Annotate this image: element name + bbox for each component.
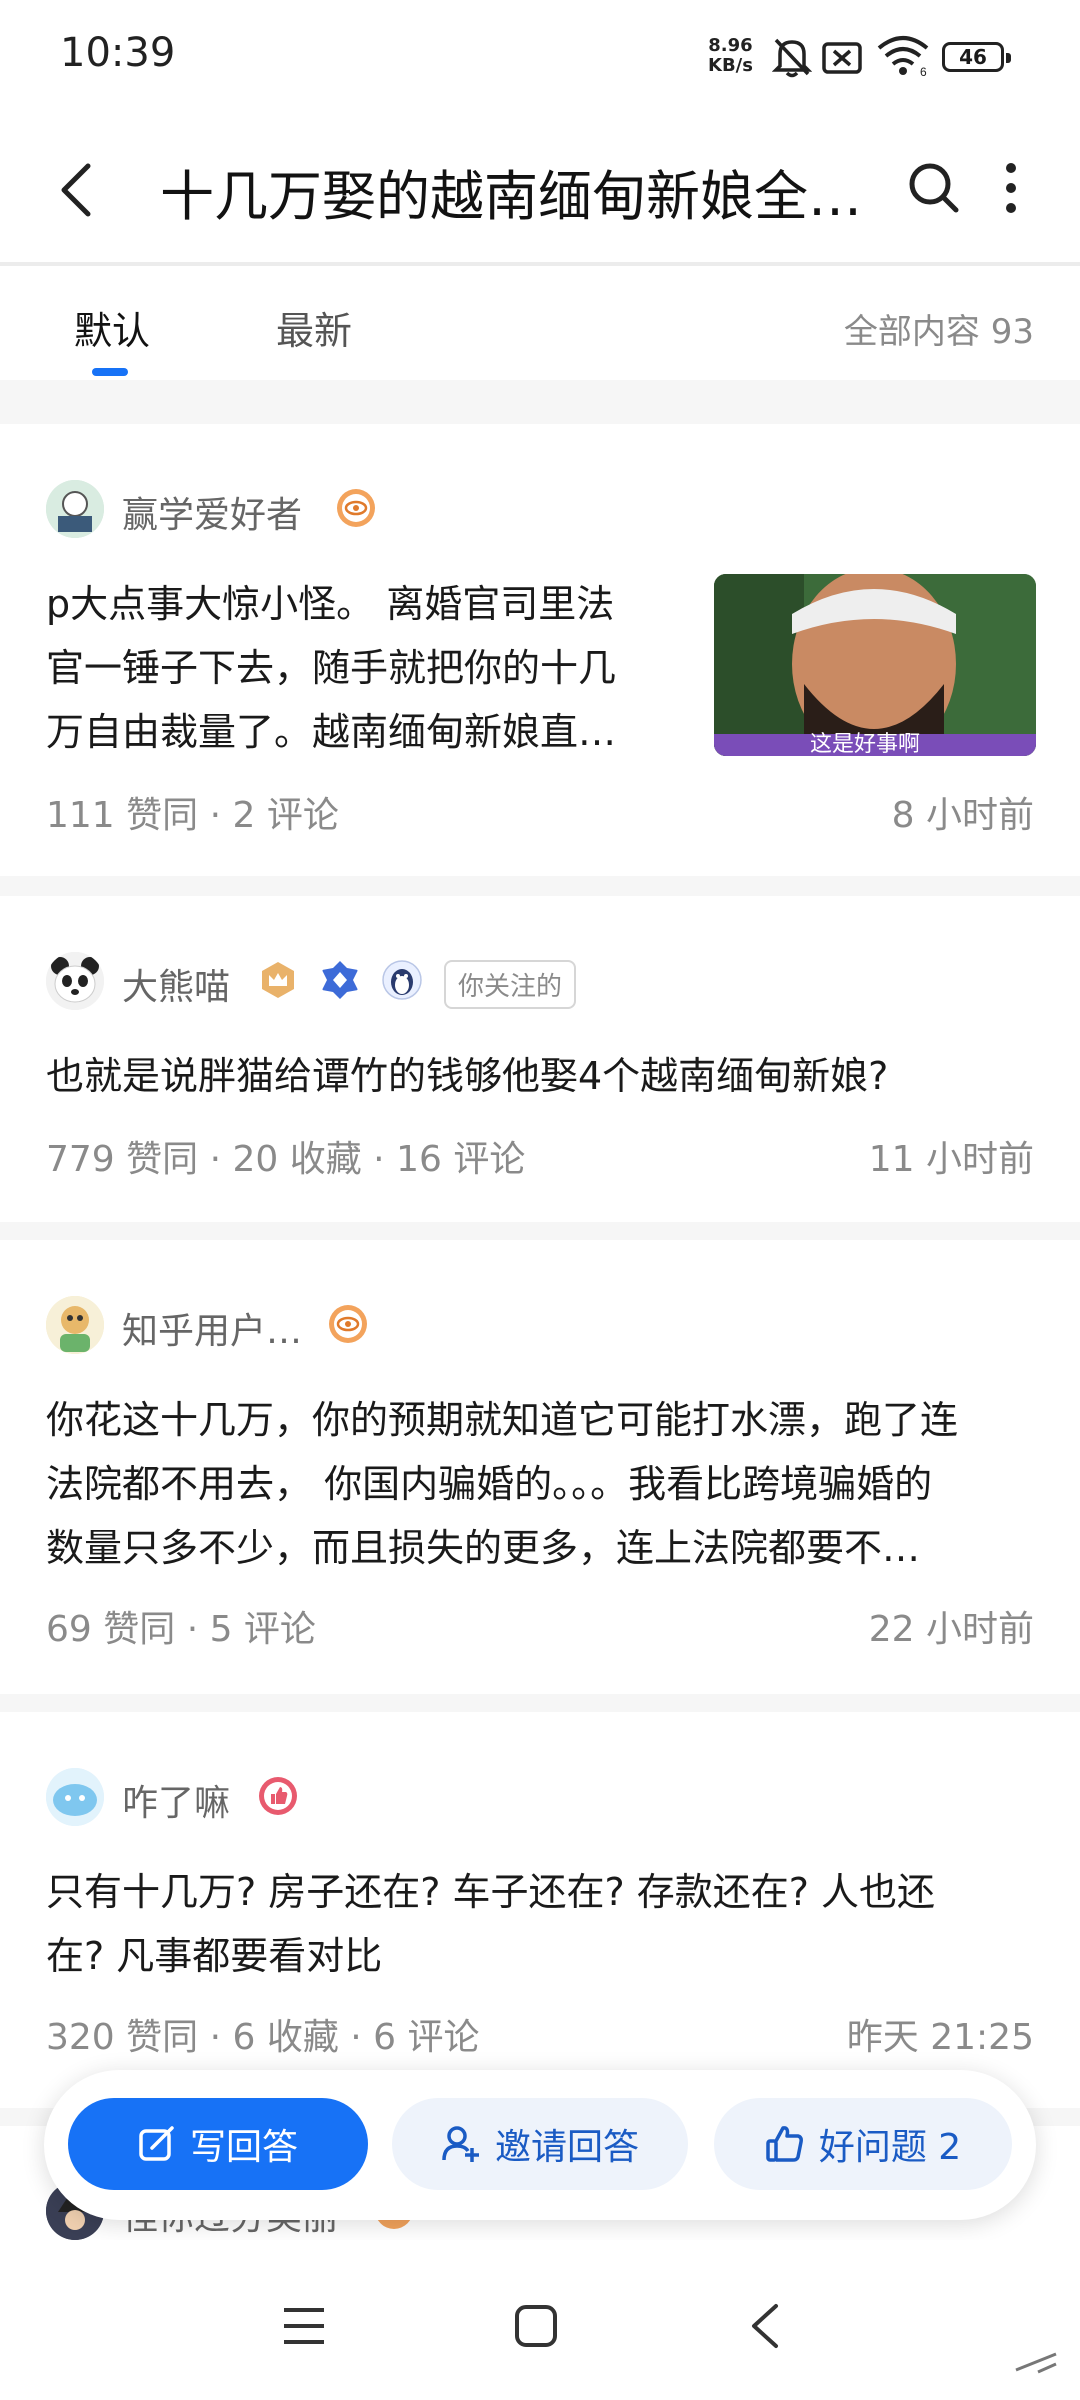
invite-answer-button[interactable]: 邀请回答 [392, 2098, 688, 2190]
more-options-icon[interactable] [996, 160, 1026, 216]
tab-default[interactable]: 默认 [74, 300, 150, 355]
avatar[interactable] [46, 1768, 104, 1826]
sim-off-icon [822, 42, 862, 74]
avatar[interactable] [46, 1296, 104, 1354]
bell-off-icon [772, 38, 812, 78]
eye-badge-icon [337, 489, 375, 527]
author-name[interactable]: 咋了嘛 [122, 1774, 230, 1826]
avatar-image [46, 1296, 104, 1354]
corner-resize-icon [1015, 2352, 1057, 2374]
menu-icon[interactable] [282, 2306, 326, 2346]
good-question-label: 好问题 2 [818, 2127, 962, 2168]
status-time: 10:39 [60, 30, 176, 76]
excerpt-line: 也就是说胖猫给谭竹的钱够他娶4个越南缅甸新娘? [46, 1054, 889, 1098]
author-name[interactable]: 知乎用户… [122, 1302, 302, 1354]
tab-indicator [92, 368, 128, 376]
back-arrow-icon[interactable] [56, 160, 96, 220]
answer-meta: 320 赞同 · 6 收藏 · 6 评论 [46, 2017, 480, 2058]
answer-excerpt[interactable]: 也就是说胖猫给谭竹的钱够他娶4个越南缅甸新娘? [46, 1044, 1036, 1108]
edit-icon [139, 2126, 174, 2161]
page-title: 十几万娶的越南缅甸新娘全… [160, 165, 862, 228]
good-question-button[interactable]: 好问题 2 [714, 2098, 1012, 2190]
excerpt-line: 法院都不用去， 你国内骗婚的。。。我看比跨境骗婚的 [46, 1462, 933, 1506]
back-nav-icon[interactable] [748, 2302, 782, 2350]
answer-time: 昨天 21:25 [846, 2017, 1034, 2058]
penguin-badge-icon [382, 960, 422, 1000]
network-speed-value: 8.96 [708, 35, 753, 56]
answer-time: 11 小时前 [868, 1139, 1034, 1180]
battery-icon: 46 [942, 42, 1011, 72]
thumb-badge-icon [259, 1777, 297, 1815]
answer-meta: 111 赞同 · 2 评论 [46, 795, 339, 836]
follow-tag: 你关注的 [444, 960, 577, 1009]
avatar-image [46, 1768, 104, 1826]
avatar-image [46, 480, 104, 538]
author-name[interactable]: 赢学爱好者 [122, 486, 302, 538]
network-speed-unit: KB/s [708, 55, 753, 76]
answer-thumbnail[interactable]: 这是好事啊 [714, 574, 1036, 756]
excerpt-line: 只有十几万? 房子还在? 车子还在? 存款还在? 人也还 [46, 1870, 935, 1914]
invite-user-icon [442, 2126, 479, 2162]
network-speed: 8.96 KB/s [708, 36, 753, 76]
excerpt-line: 万自由裁量了。越南缅甸新娘直… [46, 710, 617, 754]
write-answer-button[interactable]: 写回答 [68, 2098, 368, 2190]
total-count: 全部内容 93 [843, 312, 1034, 352]
answer-excerpt[interactable]: 你花这十几万，你的预期就知道它可能打水漂，跑了连 法院都不用去， 你国内骗婚的。… [46, 1388, 1046, 1580]
excerpt-line: 数量只多不少，而且损失的更多，连上法院都要不… [46, 1526, 921, 1570]
author-name[interactable]: 大熊喵 [122, 958, 230, 1010]
answer-meta: 69 赞同 · 5 评论 [46, 1609, 316, 1650]
excerpt-line: p大点事大惊小怪。 离婚官司里法 [46, 582, 615, 626]
answer-excerpt[interactable]: p大点事大惊小怪。 离婚官司里法 官一锤子下去，随手就把你的十几 万自由裁量了。… [46, 572, 706, 764]
avatar[interactable] [46, 952, 104, 1010]
tab-latest[interactable]: 最新 [276, 300, 352, 355]
home-icon[interactable] [514, 2304, 558, 2348]
eye-badge-icon [329, 1305, 367, 1343]
thumbs-up-icon [766, 2126, 803, 2162]
excerpt-line: 在? 凡事都要看对比 [46, 1934, 383, 1978]
svg-text:6: 6 [920, 65, 927, 76]
avatar[interactable] [46, 480, 104, 538]
excerpt-line: 你花这十几万，你的预期就知道它可能打水漂，跑了连 [46, 1398, 959, 1442]
write-answer-label: 写回答 [189, 2127, 298, 2168]
answer-meta: 779 赞同 · 20 收藏 · 16 评论 [46, 1139, 526, 1180]
answer-time: 22 小时前 [868, 1609, 1034, 1650]
panda-avatar-image [46, 952, 104, 1010]
wifi-icon: 6 [877, 36, 929, 76]
thumbnail-caption: 这是好事啊 [810, 732, 921, 756]
invite-answer-label: 邀请回答 [494, 2127, 639, 2168]
answer-time: 8 小时前 [891, 795, 1034, 836]
crown-badge-icon [262, 962, 294, 998]
excerpt-line: 官一锤子下去，随手就把你的十几 [46, 646, 617, 690]
search-icon[interactable] [906, 160, 962, 216]
answer-excerpt[interactable]: 只有十几万? 房子还在? 车子还在? 存款还在? 人也还 在? 凡事都要看对比 [46, 1860, 1046, 1988]
diamond-badge-icon [322, 961, 358, 999]
